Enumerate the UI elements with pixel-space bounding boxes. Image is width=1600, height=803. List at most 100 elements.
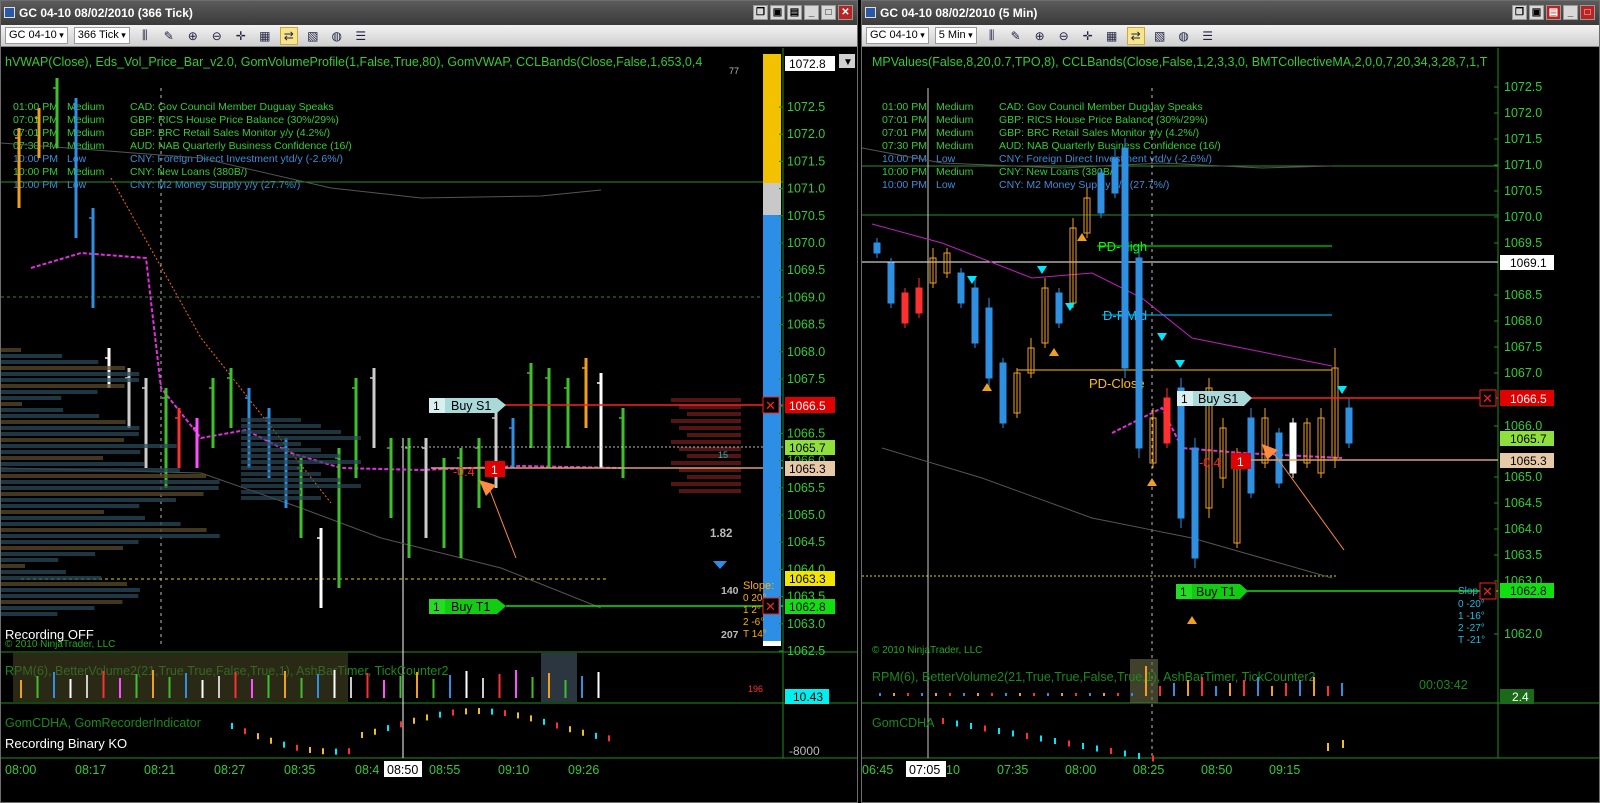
interval-select[interactable]: 5 Min — [934, 27, 977, 44]
cdha-mark — [1110, 748, 1112, 754]
zoom-out-icon[interactable]: ⊖ — [1055, 27, 1073, 45]
chevron-down-icon[interactable]: ▼ — [843, 57, 853, 68]
candle-body — [985, 307, 993, 379]
profile-bar — [1, 546, 124, 550]
instrument-select[interactable]: GC 04-10 — [5, 27, 68, 44]
time-tick-label: 08:25 — [1133, 763, 1164, 777]
close-button[interactable]: ✕ — [838, 5, 853, 20]
pin-icon[interactable]: ▣ — [1529, 5, 1544, 20]
tile-icon[interactable]: ▤ — [787, 5, 802, 20]
cdha-mark — [491, 708, 493, 715]
profile-bar — [1, 492, 204, 496]
close-icon[interactable]: ✕ — [1482, 584, 1493, 599]
price-chart-right[interactable]: MPValues(False,8,20,0.7,TPO,8), CCLBands… — [862, 48, 1599, 803]
profile-bar — [1, 612, 58, 616]
globe-icon[interactable]: ◍ — [1175, 27, 1193, 45]
data-box-icon[interactable]: ▧ — [1151, 27, 1169, 45]
profile-bar — [1, 486, 219, 490]
time-cursor-label: 08:50 — [387, 763, 418, 777]
zoom-in-icon[interactable]: ⊕ — [1031, 27, 1049, 45]
profile-bar — [241, 478, 341, 482]
news-impact: Low — [936, 179, 956, 191]
profile-bar — [1, 558, 59, 562]
news-impact: Medium — [936, 140, 974, 152]
stop-order-tag[interactable]: 1 Buy S1 — [1177, 391, 1252, 406]
news-item: CNY: M2 Money Supply y/y (27.7%/) — [130, 179, 300, 191]
pencil-icon[interactable]: ✎ — [160, 27, 178, 45]
stop-order-tag[interactable]: 1 Buy S1 — [429, 398, 506, 413]
news-time: 01:00 PM — [882, 101, 927, 113]
profile-bar — [1, 594, 139, 598]
pencil-icon[interactable]: ✎ — [1007, 27, 1025, 45]
profile-bar — [241, 418, 301, 422]
titlebar-left[interactable]: GC 04-10 08/02/2010 (366 Tick) ❐ ▣ ▤ _ □… — [1, 1, 857, 25]
globe-icon[interactable]: ◍ — [328, 27, 346, 45]
profile-bar — [1, 372, 140, 376]
slope-row: 0 -20° — [1458, 599, 1485, 610]
news-item: CNY: New Loans (380B/) — [130, 166, 247, 178]
titlebar-right[interactable]: GC 04-10 08/02/2010 (5 Min) ❐ ▣ ▤ _ □ — [862, 1, 1599, 25]
properties-icon[interactable]: ▦ — [1103, 27, 1121, 45]
link-icon[interactable]: ▤ — [1546, 5, 1561, 20]
panel2-value: 10.43 — [793, 690, 823, 704]
cdha-mark — [1152, 755, 1154, 762]
chart-trader-icon[interactable]: ⇄ — [1126, 26, 1145, 45]
time-tick-label: 06:45 — [862, 763, 893, 777]
cdha-mark — [530, 715, 532, 722]
crosshair-icon[interactable]: ✛ — [1079, 27, 1097, 45]
target-order-tag[interactable]: 1 Buy T1 — [1176, 584, 1248, 599]
time-cursor-label: 07:05 — [909, 763, 940, 777]
zoom-in-icon[interactable]: ⊕ — [184, 27, 202, 45]
restore-icon[interactable]: ❐ — [753, 5, 768, 20]
cdha-mark — [984, 725, 986, 732]
time-tick-label: 08:21 — [144, 763, 175, 777]
data-box-icon[interactable]: ▧ — [304, 27, 322, 45]
chart-window-right[interactable]: GC 04-10 08/02/2010 (5 Min) ❐ ▣ ▤ _ □ GC… — [861, 0, 1600, 803]
candle-body — [1345, 407, 1353, 444]
news-item: GBP: BRC Retail Sales Monitor y/y (4.2%/… — [999, 127, 1199, 139]
news-time: 07:30 PM — [882, 140, 927, 152]
profile-bar — [671, 440, 741, 444]
candle-body — [1289, 422, 1297, 474]
time-tick-label: 08:4 — [355, 763, 379, 777]
price-chart-left[interactable]: hVWAP(Close), Eds_Vol_Price_Bar_v2.0, Go… — [1, 48, 857, 803]
close-icon[interactable]: ✕ — [1482, 391, 1493, 406]
profile-bar — [1, 468, 180, 472]
cdha-mark — [1054, 738, 1056, 744]
news-impact: Medium — [67, 127, 105, 139]
list-icon[interactable]: ☰ — [352, 27, 370, 45]
cdha-mark — [335, 748, 337, 755]
news-impact: Medium — [936, 114, 974, 126]
pin-icon[interactable]: ▣ — [770, 5, 785, 20]
chart-window-left[interactable]: GC 04-10 08/02/2010 (366 Tick) ❐ ▣ ▤ _ □… — [0, 0, 858, 803]
minimize-button[interactable]: _ — [1563, 5, 1578, 20]
interval-select[interactable]: 366 Tick — [73, 27, 130, 44]
candles-icon[interactable]: ⫼ — [983, 27, 1001, 45]
maximize-button[interactable]: □ — [821, 5, 836, 20]
candle-body — [1163, 397, 1171, 444]
chart-trader-icon[interactable]: ⇄ — [279, 26, 298, 45]
instrument-select[interactable]: GC 04-10 — [866, 27, 929, 44]
list-icon[interactable]: ☰ — [1199, 27, 1217, 45]
price-tick-label: 1066.0 — [1504, 419, 1542, 433]
zoom-out-icon[interactable]: ⊖ — [208, 27, 226, 45]
minimize-button[interactable]: _ — [804, 5, 819, 20]
candle-body — [1135, 257, 1143, 449]
cdha-mark — [439, 711, 441, 718]
properties-icon[interactable]: ▦ — [256, 27, 274, 45]
close-icon[interactable]: ✕ — [765, 398, 776, 413]
entry-order-tag[interactable]: -0.4 1 — [1199, 453, 1251, 470]
crosshair-icon[interactable]: ✛ — [232, 27, 250, 45]
price-tick-label: 1071.0 — [787, 182, 825, 196]
news-time: 01:00 PM — [13, 101, 58, 113]
news-item: CAD: Gov Council Member Duguay Speaks — [999, 101, 1203, 113]
target-order-tag[interactable]: 1 Buy T1 — [429, 599, 506, 614]
close-icon[interactable]: ✕ — [765, 599, 776, 614]
restore-icon[interactable]: ❐ — [1512, 5, 1527, 20]
maximize-button[interactable]: □ — [1580, 5, 1595, 20]
bars-icon[interactable]: ⫼ — [136, 27, 154, 45]
chart-app-icon — [865, 7, 876, 18]
signal-arrow-up — [982, 383, 992, 391]
profile-bar — [241, 448, 321, 452]
profile-bar — [1, 552, 96, 556]
